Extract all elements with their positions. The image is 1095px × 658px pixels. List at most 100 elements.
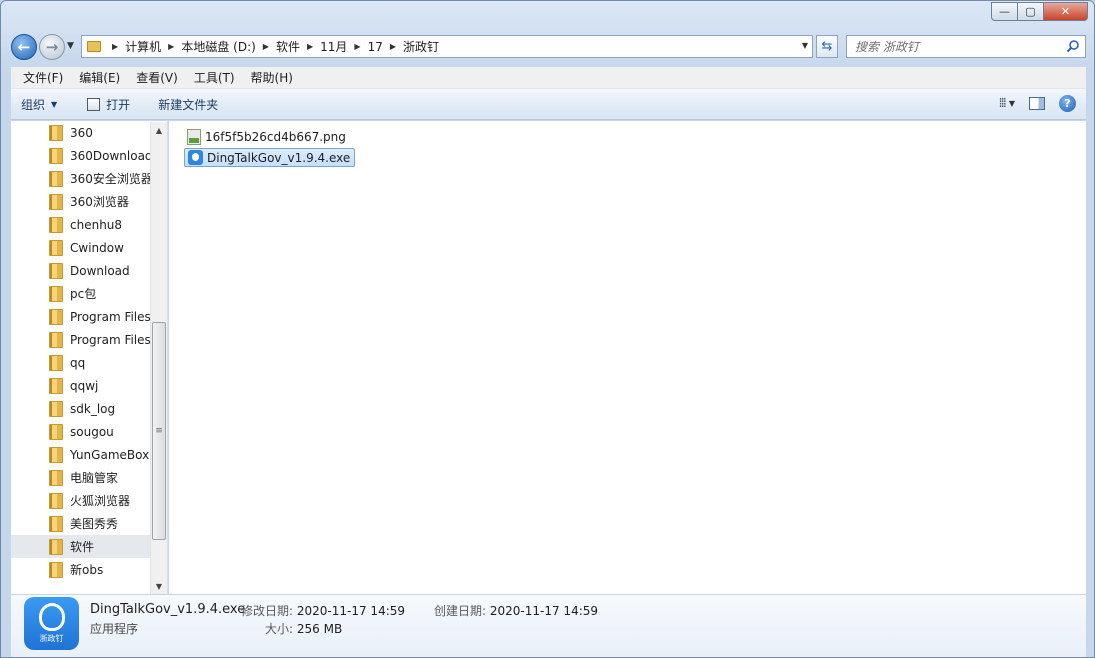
open-button[interactable]: 打开 [77,96,140,113]
folder-icon [49,147,63,164]
menu-file[interactable]: 文件(F) [15,69,71,86]
close-button[interactable]: ✕ [1044,2,1088,21]
command-bar: 组织 ▼ 打开 新建文件夹 ⁞⁞⁞ ▼ ? [11,89,1086,120]
folder-icon [49,308,63,325]
folder-icon [49,124,63,141]
caption-buttons: — ▢ ✕ [991,2,1088,21]
change-view-icon[interactable]: ⁞⁞⁞ [998,96,1007,111]
details-created: 创建日期: 2020-11-17 14:59 [434,604,599,618]
tree-item[interactable]: Program Files [11,305,167,328]
menu-tools[interactable]: 工具(T) [186,69,243,86]
tree-item-selected[interactable]: 软件 [11,535,167,558]
navigation-scrollbar[interactable]: ▲ ≡ ▼ [150,122,167,594]
folder-icon [49,492,63,509]
tree-item[interactable]: chenhu8 [11,213,167,236]
menu-bar: 文件(F) 编辑(E) 查看(V) 工具(T) 帮助(H) [11,67,1086,89]
tree-item[interactable]: pc包 [11,282,167,305]
recent-pages-dropdown-icon[interactable]: ▼ [67,41,74,51]
forward-button[interactable]: → [39,34,65,60]
folder-icon [49,469,63,486]
folder-icon [49,285,63,302]
details-pane: 浙政钉 DingTalkGov_v1.9.4.exe 应用程序 修改日期: 20… [11,594,1086,657]
explorer-window: — ▢ ✕ ← → ▼ ▶ 计算机 ▶ 本地磁盘 (D:) ▶ 软件 ▶ 11月… [0,0,1095,658]
folder-icon [49,170,63,187]
search-box[interactable] [846,35,1086,58]
folder-icon [49,377,63,394]
address-bar[interactable]: ▶ 计算机 ▶ 本地磁盘 (D:) ▶ 软件 ▶ 11月 ▶ 17 ▶ 浙政钉 … [81,35,813,58]
breadcrumb-computer[interactable]: 计算机 ▶ [125,38,181,55]
navigation-pane[interactable]: 360 360Download 360安全浏览器 360浏览器 chenhu8 … [11,121,168,594]
tree-item[interactable]: 360 [11,121,167,144]
tree-item[interactable]: 新obs [11,558,167,581]
image-file-icon [187,128,201,145]
tree-item[interactable]: qqwj [11,374,167,397]
folder-icon [49,561,63,578]
minimize-button[interactable]: — [991,2,1018,21]
file-item-png[interactable]: 16f5f5b26cd4b667.png [184,127,350,146]
tree-item[interactable]: sougou [11,420,167,443]
folder-icon [49,239,63,256]
chevron-down-icon: ▼ [51,99,58,109]
folder-icon [49,515,63,532]
back-button[interactable]: ← [11,34,37,60]
chevron-right-icon[interactable]: ▶ [168,42,174,51]
chevron-right-icon[interactable]: ▶ [390,42,396,51]
breadcrumb-software[interactable]: 软件 ▶ [276,38,320,55]
grip-icon: ≡ [155,426,163,436]
organize-button[interactable]: 组织 ▼ [11,96,67,113]
tree-item[interactable]: 电脑管家 [11,466,167,489]
breadcrumb-current[interactable]: 浙政钉 [403,38,439,55]
application-icon [188,150,203,165]
tree-item[interactable]: Download [11,259,167,282]
chevron-right-icon[interactable]: ▶ [112,42,118,51]
file-item-exe[interactable]: DingTalkGov_v1.9.4.exe [184,148,356,167]
new-folder-button[interactable]: 新建文件夹 [148,96,228,113]
folder-icon [49,423,63,440]
tree-item[interactable]: sdk_log [11,397,167,420]
breadcrumb-november[interactable]: 11月 ▶ [320,38,367,55]
details-size: 大小: 256 MB [265,622,343,636]
preview-pane-icon[interactable] [1029,97,1045,110]
folder-icon [49,354,63,371]
view-options-dropdown-icon[interactable]: ▼ [1009,99,1015,108]
address-dropdown-icon[interactable]: ▼ [802,41,808,50]
refresh-button[interactable]: ⇆ [816,35,838,58]
tree-item[interactable]: 360浏览器 [11,190,167,213]
menu-help[interactable]: 帮助(H) [243,69,301,86]
tree-item[interactable]: 360安全浏览器 [11,167,167,190]
menu-view[interactable]: 查看(V) [128,69,186,86]
folder-icon [49,446,63,463]
chevron-right-icon[interactable]: ▶ [263,42,269,51]
folder-icon [49,262,63,279]
folder-icon [49,216,63,233]
folder-icon [49,193,63,210]
scroll-up-arrow-icon[interactable]: ▲ [151,122,167,138]
chevron-right-icon[interactable]: ▶ [307,42,313,51]
breadcrumb-17[interactable]: 17 ▶ [368,40,403,54]
app-thumbnail: 浙政钉 [24,597,79,650]
tree-item[interactable]: Cwindow [11,236,167,259]
folder-icon [49,331,63,348]
help-icon[interactable]: ? [1059,95,1076,112]
breadcrumb-drive-d[interactable]: 本地磁盘 (D:) ▶ [181,38,276,55]
menu-edit[interactable]: 编辑(E) [71,69,128,86]
tree-item[interactable]: Program Files [11,328,167,351]
tree-item[interactable]: 火狐浏览器 [11,489,167,512]
shield-icon [38,603,65,631]
file-list[interactable]: 16f5f5b26cd4b667.png DingTalkGov_v1.9.4.… [169,121,1086,594]
tree-item[interactable]: 360Download [11,144,167,167]
folder-icon [87,41,101,52]
folder-icon [49,538,63,555]
tree-item[interactable]: YunGameBox [11,443,167,466]
toolbar-right: ⁞⁞⁞ ▼ ? [998,95,1076,112]
tree-item[interactable]: qq [11,351,167,374]
refresh-icon: ⇆ [821,39,833,54]
chevron-right-icon[interactable]: ▶ [354,42,360,51]
tree-item[interactable]: 美图秀秀 [11,512,167,535]
breadcrumb-root[interactable]: ▶ [105,42,125,51]
search-icon[interactable] [1066,39,1080,53]
search-input[interactable] [855,39,1055,54]
scroll-thumb[interactable]: ≡ [152,322,166,540]
scroll-down-arrow-icon[interactable]: ▼ [151,578,167,594]
maximize-button[interactable]: ▢ [1018,2,1044,21]
